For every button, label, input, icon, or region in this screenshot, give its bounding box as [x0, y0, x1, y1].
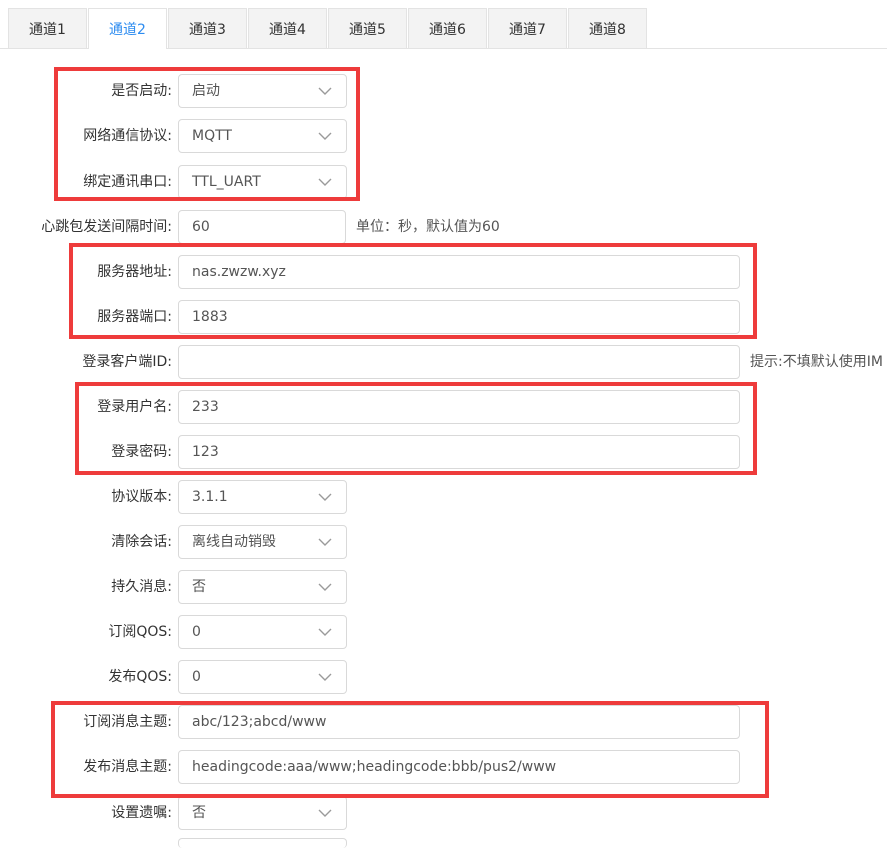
tab-channel-4[interactable]: 通道4 — [248, 8, 327, 48]
pub-topic-label: 发布消息主题: — [83, 759, 172, 775]
server-address-value: nas.zwzw.xyz — [192, 264, 286, 280]
chevron-down-icon — [318, 583, 332, 591]
server-port-value: 1883 — [192, 309, 228, 325]
heartbeat-label: 心跳包发送间隔时间: — [41, 219, 172, 235]
server-port-label: 服务器端口: — [97, 309, 172, 325]
pub-topic-value: headingcode:aaa/www;headingcode:bbb/pus2… — [192, 759, 557, 775]
form-row-client-id: 登录客户端ID: 提示:不填默认使用IM — [0, 345, 887, 379]
sub-topic-label: 订阅消息主题: — [83, 714, 172, 730]
form-row-pub-qos: 发布QOS: 0 — [0, 660, 887, 694]
username-label: 登录用户名: — [97, 399, 172, 415]
username-input[interactable]: 233 — [178, 390, 740, 424]
client-id-input[interactable] — [178, 345, 740, 379]
enable-select[interactable]: 启动 — [178, 74, 347, 108]
version-label: 协议版本: — [111, 489, 172, 505]
persistent-value: 否 — [192, 579, 206, 595]
sub-qos-label: 订阅QOS: — [108, 624, 172, 640]
tab-channel-6[interactable]: 通道6 — [408, 8, 487, 48]
server-address-input[interactable]: nas.zwzw.xyz — [178, 255, 740, 289]
will-value: 否 — [192, 805, 206, 821]
form-row-heartbeat: 心跳包发送间隔时间: 60 单位：秒，默认值为60 — [0, 210, 887, 244]
version-select[interactable]: 3.1.1 — [178, 480, 347, 514]
form-row-username: 登录用户名: 233 — [0, 390, 887, 424]
server-port-input[interactable]: 1883 — [178, 300, 740, 334]
chevron-down-icon — [318, 87, 332, 95]
chevron-down-icon — [318, 628, 332, 636]
pub-qos-select[interactable]: 0 — [178, 660, 347, 694]
form-row-sub-topic: 订阅消息主题: abc/123;abcd/www — [0, 705, 887, 739]
tab-channel-1[interactable]: 通道1 — [8, 8, 87, 48]
tab-channel-3[interactable]: 通道3 — [168, 8, 247, 48]
password-input[interactable]: 123 — [178, 435, 740, 469]
server-address-label: 服务器地址: — [97, 264, 172, 280]
protocol-label: 网络通信协议: — [83, 128, 172, 144]
heartbeat-value: 60 — [192, 219, 210, 235]
will-label: 设置遗嘱: — [111, 805, 172, 821]
serial-select[interactable]: TTL_UART — [178, 165, 347, 199]
persistent-label: 持久消息: — [111, 579, 172, 595]
clean-session-value: 离线自动销毁 — [192, 534, 276, 550]
chevron-down-icon — [318, 538, 332, 546]
form-row-server-address: 服务器地址: nas.zwzw.xyz — [0, 255, 887, 289]
form-row-protocol: 网络通信协议: MQTT — [0, 119, 887, 153]
form-row-will: 设置遗嘱: 否 — [0, 796, 887, 830]
protocol-value: MQTT — [192, 128, 232, 144]
sub-qos-select[interactable]: 0 — [178, 615, 347, 649]
form-row-persistent: 持久消息: 否 — [0, 570, 887, 604]
client-id-label: 登录客户端ID: — [82, 354, 172, 370]
form-row-serial: 绑定通讯串口: TTL_UART — [0, 165, 887, 199]
chevron-down-icon — [318, 673, 332, 681]
pub-qos-value: 0 — [192, 669, 201, 685]
form-row-pub-topic: 发布消息主题: headingcode:aaa/www;headingcode:… — [0, 750, 887, 784]
form-row-sub-qos: 订阅QOS: 0 — [0, 615, 887, 649]
chevron-down-icon — [318, 178, 332, 186]
sub-qos-value: 0 — [192, 624, 201, 640]
chevron-down-icon — [318, 132, 332, 140]
version-value: 3.1.1 — [192, 489, 228, 505]
username-value: 233 — [192, 399, 219, 415]
form-row-server-port: 服务器端口: 1883 — [0, 300, 887, 334]
heartbeat-hint: 单位：秒，默认值为60 — [356, 219, 500, 235]
will-select[interactable]: 否 — [178, 796, 347, 830]
persistent-select[interactable]: 否 — [178, 570, 347, 604]
form-row-enable: 是否启动: 启动 — [0, 74, 887, 108]
pub-topic-input[interactable]: headingcode:aaa/www;headingcode:bbb/pus2… — [178, 750, 740, 784]
serial-label: 绑定通讯串口: — [83, 174, 172, 190]
form-row-version: 协议版本: 3.1.1 — [0, 480, 887, 514]
enable-value: 启动 — [192, 83, 220, 99]
tab-channel-2[interactable]: 通道2 — [88, 8, 167, 49]
clean-session-select[interactable]: 离线自动销毁 — [178, 525, 347, 559]
chevron-down-icon — [318, 493, 332, 501]
tab-channel-8[interactable]: 通道8 — [568, 8, 647, 48]
heartbeat-input[interactable]: 60 — [178, 210, 346, 244]
protocol-select[interactable]: MQTT — [178, 119, 347, 153]
form-row-password: 登录密码: 123 — [0, 435, 887, 469]
sub-topic-input[interactable]: abc/123;abcd/www — [178, 705, 740, 739]
tab-channel-7[interactable]: 通道7 — [488, 8, 567, 48]
channel-tabs: 通道1 通道2 通道3 通道4 通道5 通道6 通道7 通道8 — [8, 8, 648, 49]
password-label: 登录密码: — [111, 444, 172, 460]
chevron-down-icon — [318, 809, 332, 817]
form-row-clean-session: 清除会话: 离线自动销毁 — [0, 525, 887, 559]
password-value: 123 — [192, 444, 219, 460]
client-id-hint: 提示:不填默认使用IM — [750, 354, 883, 370]
enable-label: 是否启动: — [111, 83, 172, 99]
sub-topic-value: abc/123;abcd/www — [192, 714, 327, 730]
tab-channel-5[interactable]: 通道5 — [328, 8, 407, 48]
pub-qos-label: 发布QOS: — [108, 669, 172, 685]
next-select-partial[interactable] — [178, 838, 347, 848]
serial-value: TTL_UART — [192, 174, 261, 190]
clean-session-label: 清除会话: — [111, 534, 172, 550]
